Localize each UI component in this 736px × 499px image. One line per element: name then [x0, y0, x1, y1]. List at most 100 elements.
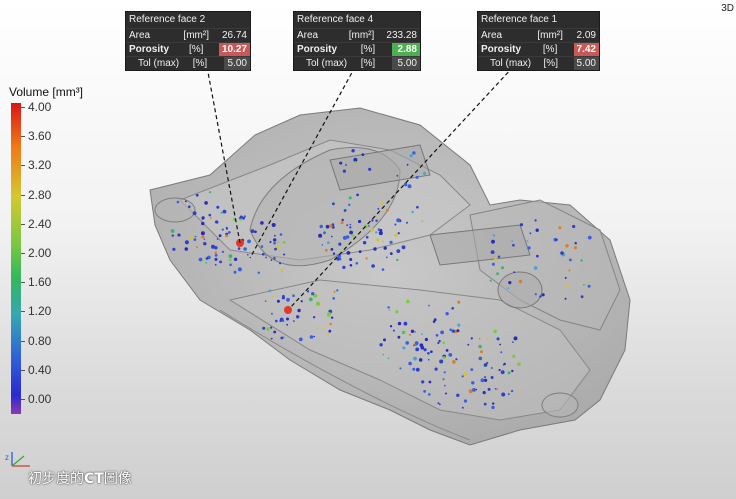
pore-point [396, 218, 401, 223]
area-row: Area [mm²] 26.74 [126, 28, 250, 42]
pore-point [457, 300, 461, 304]
pore-point [587, 284, 591, 288]
panel-title: Reference face 2 [129, 14, 206, 25]
pore-point [308, 297, 313, 302]
pore-point [389, 252, 393, 256]
pore-point [415, 347, 420, 352]
tol-row: Tol (max) [%] 5.00 [294, 56, 420, 70]
pore-point [270, 326, 273, 329]
pore-point [518, 279, 523, 284]
pore-point [424, 337, 428, 342]
tol-value: 5.00 [224, 57, 250, 70]
pore-point [377, 207, 380, 210]
pore-point [339, 161, 343, 165]
pore-point [214, 257, 218, 261]
tol-row: Tol (max) [%] 5.00 [126, 56, 250, 70]
pore-point [292, 320, 295, 323]
pore-point [348, 196, 352, 200]
legend-tick-label: 3.20 [28, 158, 52, 173]
pore-point [414, 331, 416, 333]
pore-point [354, 161, 357, 164]
pore-point [574, 242, 577, 245]
pore-point [406, 221, 408, 224]
tol-unit: [%] [360, 58, 376, 69]
reference-face-4-panel[interactable]: Reference face 4 Area [mm²] 233.28 Poros… [293, 11, 421, 71]
pore-point [338, 242, 342, 246]
image-caption: 初步度的CT圖像 [28, 468, 132, 488]
pore-point [534, 293, 537, 296]
pore-point [409, 333, 411, 336]
porosity-unit: [%] [360, 44, 376, 55]
pore-point [326, 333, 330, 336]
pore-point [565, 283, 569, 287]
pore-point [362, 241, 367, 245]
ct-3d-viewport[interactable]: 3D Reference face 2 Area [mm²] 26.74 Por… [0, 0, 736, 499]
pore-point [572, 224, 576, 229]
pore-point [279, 233, 283, 236]
pore-point [333, 290, 336, 293]
pore-point [533, 266, 538, 270]
pore-point [276, 299, 280, 303]
pore-point [273, 256, 276, 260]
pore-point [282, 319, 285, 323]
pore-point [480, 378, 485, 383]
pore-point [273, 238, 277, 242]
tol-unit: [%] [543, 58, 558, 69]
pore-point [215, 220, 219, 224]
pore-point [351, 234, 355, 238]
pore-point [580, 259, 583, 262]
pore-point [483, 402, 487, 406]
pore-point [478, 356, 483, 361]
legend-tick-mark [21, 107, 25, 108]
pore-point [266, 327, 270, 331]
pore-point [457, 323, 461, 327]
pore-point [410, 329, 415, 333]
pore-point [270, 337, 273, 340]
pore-point [455, 358, 458, 361]
pore-point [330, 248, 334, 251]
reference-face-1-panel[interactable]: Reference face 1 Area [mm²] 2.09 Porosit… [477, 11, 600, 71]
pore-point [237, 247, 241, 250]
pore-point [437, 402, 440, 405]
pore-point [402, 346, 406, 350]
pore-point [387, 357, 390, 360]
pore-point [499, 343, 501, 346]
pore-point [346, 251, 351, 255]
casting-boss-left [154, 197, 196, 223]
pore-point [378, 231, 383, 236]
pore-point [260, 245, 264, 248]
pore-point [327, 312, 331, 316]
pore-point [478, 337, 481, 340]
pore-point [200, 231, 205, 236]
porosity-row: Porosity [%] 2.88 [294, 42, 420, 56]
pore-point [296, 315, 300, 319]
pore-point [271, 223, 276, 227]
pore-point [272, 295, 274, 298]
pore-point [368, 225, 370, 227]
porosity-value: 10.27 [218, 43, 250, 56]
pore-point [268, 289, 272, 293]
pore-point [451, 307, 455, 310]
pore-point [491, 239, 495, 244]
pore-point [233, 257, 238, 261]
pore-point [445, 349, 449, 352]
legend-tick-mark [21, 282, 25, 284]
pore-point [415, 367, 420, 372]
reference-face-2-panel[interactable]: Reference face 2 Area [mm²] 26.74 Porosi… [125, 11, 251, 71]
porosity-label: Porosity [481, 44, 522, 55]
pore-point [467, 343, 470, 346]
pore-point [373, 247, 377, 251]
legend-tick-mark [21, 253, 25, 254]
pore-point [392, 329, 395, 332]
pore-point [176, 200, 180, 204]
porosity-row: Porosity [%] 10.27 [126, 42, 250, 56]
pore-point [330, 235, 333, 238]
pore-point [508, 281, 512, 285]
porosity-label: Porosity [129, 44, 170, 55]
pore-point [170, 229, 175, 233]
porosity-label: Porosity [297, 44, 338, 55]
pore-point [408, 361, 412, 366]
pore-point [233, 270, 237, 274]
pore-point [286, 323, 289, 326]
pore-point [188, 205, 191, 208]
